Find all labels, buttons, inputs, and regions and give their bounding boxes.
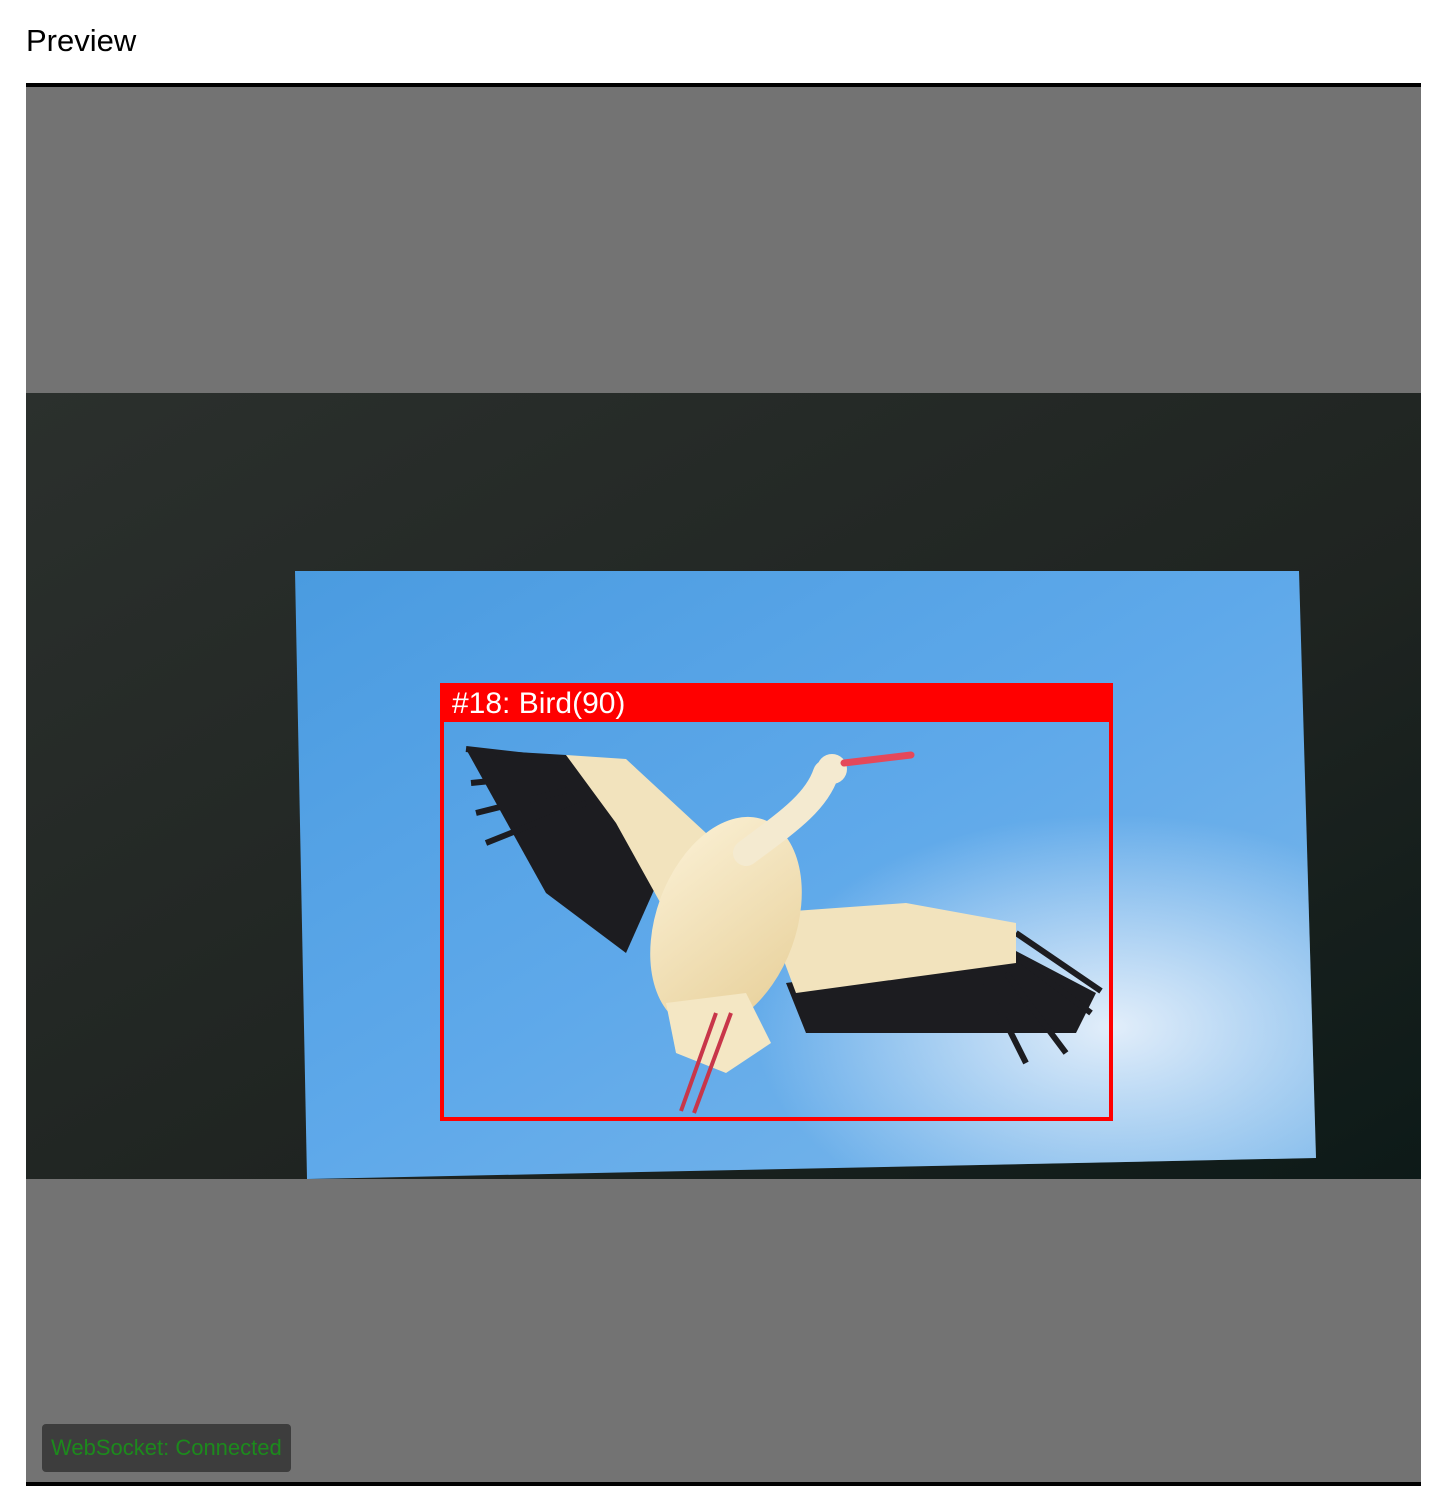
page: Preview #18: Bird(90) WebSocket: Connect… — [0, 0, 1446, 1500]
websocket-status-badge: WebSocket: Connected — [42, 1424, 291, 1472]
page-title: Preview — [26, 23, 137, 58]
detection-label: #18: Bird(90) — [444, 687, 1109, 722]
preview-panel: #18: Bird(90) WebSocket: Connected — [26, 83, 1421, 1486]
detection-box: #18: Bird(90) — [440, 683, 1113, 1121]
